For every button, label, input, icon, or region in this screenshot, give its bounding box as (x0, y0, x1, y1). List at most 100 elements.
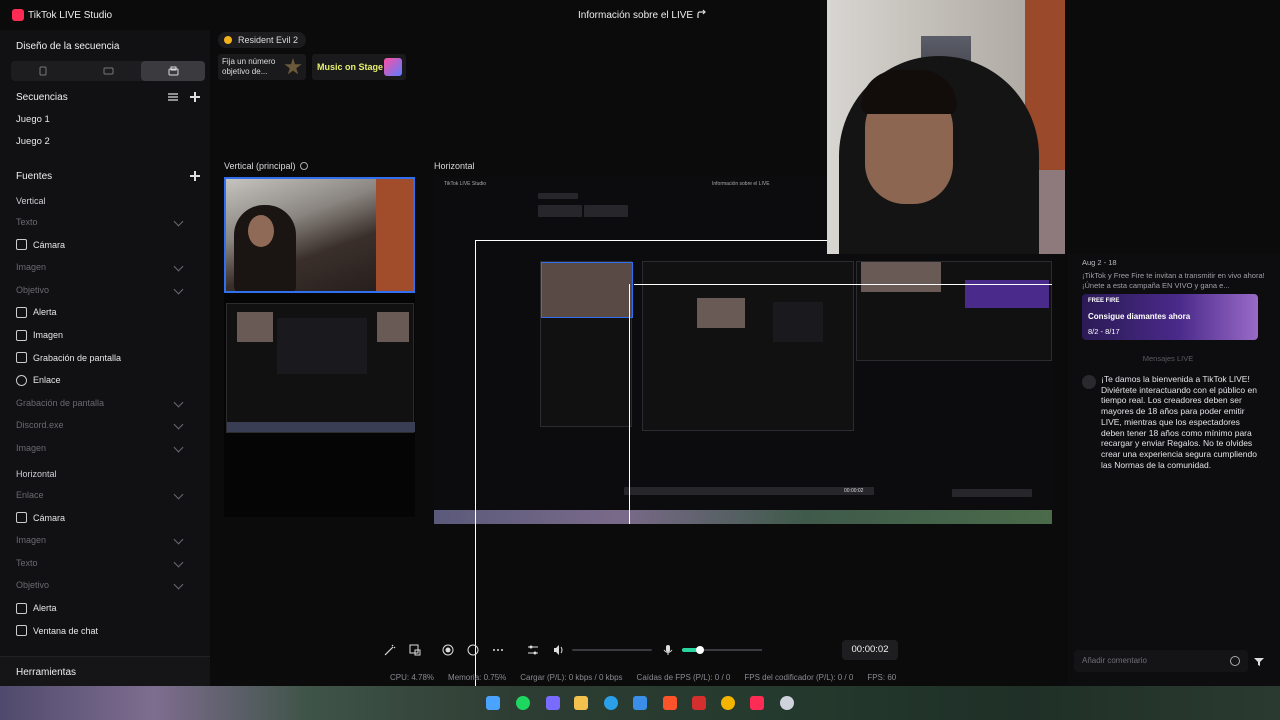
source-item[interactable]: Ventana de chat (16, 624, 186, 638)
source-item[interactable]: Imagen (16, 441, 186, 455)
chrome-icon[interactable] (721, 696, 735, 710)
source-item[interactable]: Enlace (16, 373, 186, 387)
encoder-fps-stat: FPS del codificador (P/L): 0 / 0 (744, 673, 854, 682)
chevron-down-icon[interactable] (173, 442, 184, 453)
volume-icon[interactable] (553, 644, 565, 656)
tiktok-studio-icon[interactable] (750, 696, 764, 710)
source-item[interactable]: Discord.exe (16, 418, 186, 432)
tiktok-logo-icon (12, 9, 24, 21)
source-item[interactable]: Imagen (16, 260, 186, 274)
nested-controls (624, 487, 874, 495)
nested-comment (952, 489, 1032, 497)
comment-input[interactable]: Añadir comentario (1074, 650, 1248, 672)
music-art-icon (384, 58, 402, 76)
chevron-down-icon[interactable] (173, 557, 184, 568)
source-label: Alerta (33, 307, 57, 318)
emoji-icon[interactable] (1230, 656, 1240, 666)
camera-source-frame[interactable] (224, 177, 415, 293)
promo-dates: 8/2 - 8/17 (1088, 327, 1120, 336)
winrar-icon[interactable] (692, 696, 706, 710)
source-label: Cámara (33, 512, 66, 523)
source-item[interactable]: Imagen (16, 533, 186, 547)
magic-wand-icon[interactable] (384, 644, 396, 656)
chevron-down-icon[interactable] (173, 534, 184, 545)
settings-sliders-icon[interactable] (527, 644, 539, 656)
camera-icon (16, 512, 27, 524)
chevron-down-icon[interactable] (173, 579, 184, 590)
source-item[interactable]: Grabación de pantalla (16, 351, 186, 365)
nested-thumb (237, 312, 273, 342)
tools-bar[interactable]: Herramientas (0, 656, 210, 686)
info-icon[interactable] (299, 162, 308, 170)
file-explorer-icon[interactable] (574, 696, 588, 710)
replay-icon[interactable] (467, 644, 479, 656)
game-name: Resident Evil 2 (238, 35, 299, 45)
source-label: Grabación de pantalla (16, 397, 105, 408)
add-sequence-icon[interactable] (190, 92, 200, 102)
chevron-down-icon[interactable] (173, 216, 184, 227)
music-text: Music on Stage (317, 62, 384, 72)
layout-dual-button[interactable] (141, 61, 205, 81)
edge-icon[interactable] (604, 696, 618, 710)
source-item[interactable]: Texto (16, 215, 186, 229)
source-item[interactable]: Imagen (16, 328, 186, 342)
store-icon[interactable] (633, 696, 647, 710)
vertical-layout-icon (39, 66, 47, 76)
source-item[interactable]: Grabación de pantalla (16, 396, 186, 410)
volume-slider[interactable] (572, 649, 652, 651)
tools-label: Herramientas (16, 667, 77, 678)
layout-horizontal-button[interactable] (76, 61, 140, 81)
microphone-icon[interactable] (662, 644, 674, 656)
chevron-down-icon[interactable] (173, 261, 184, 272)
source-item[interactable]: Objetivo (16, 578, 186, 592)
source-item[interactable]: Alerta (16, 601, 186, 615)
source-item[interactable]: Enlace (16, 488, 186, 502)
chevron-down-icon[interactable] (173, 419, 184, 430)
more-icon[interactable] (492, 644, 504, 656)
sequence-item[interactable]: Juego 2 (16, 136, 50, 147)
crop-icon[interactable] (409, 644, 421, 656)
share-icon[interactable] (696, 8, 708, 20)
filter-icon[interactable] (1254, 657, 1264, 667)
promo-card[interactable]: FREE FIRE Consigue diamantes ahora 8/2 -… (1082, 294, 1258, 340)
music-widget[interactable]: Music on Stage (312, 54, 406, 80)
game-chip[interactable]: Resident Evil 2 (218, 32, 307, 48)
horizontal-group-label: Horizontal (16, 469, 57, 479)
chevron-down-icon[interactable] (173, 489, 184, 500)
source-item[interactable]: Alerta (16, 305, 186, 319)
sequence-item[interactable]: Juego 1 (16, 114, 50, 125)
camera-icon (16, 239, 27, 251)
source-item[interactable]: Objetivo (16, 283, 186, 297)
nested-timer: 00:00:02 (844, 488, 864, 494)
obs-icon[interactable] (780, 696, 794, 710)
memory-stat: Memoria: 0.75% (448, 673, 507, 682)
horizontal-layout-icon (103, 67, 113, 75)
source-item[interactable]: Texto (16, 556, 186, 570)
layout-vertical-button[interactable] (11, 61, 75, 81)
windows-start-icon[interactable] (486, 696, 500, 710)
nested-card (584, 205, 628, 217)
system-message: ¡Te damos la bienvenida a TikTok LIVE! D… (1101, 374, 1257, 470)
source-item[interactable]: Cámara (16, 511, 186, 525)
door-image (376, 179, 413, 291)
goal-widget[interactable]: Fija un número objetivo de... (218, 54, 306, 80)
webcam-preview[interactable] (827, 0, 1065, 254)
spotify-icon[interactable] (516, 696, 530, 710)
add-source-icon[interactable] (190, 171, 200, 181)
bell-icon (16, 602, 27, 614)
vertical-canvas[interactable] (224, 177, 415, 517)
chevron-down-icon[interactable] (173, 397, 184, 408)
record-icon[interactable] (442, 644, 454, 656)
source-item[interactable]: Cámara (16, 238, 186, 252)
source-label: Imagen (16, 443, 47, 453)
list-icon[interactable] (168, 92, 178, 102)
bell-icon (16, 306, 27, 318)
layout-toggle (11, 61, 205, 81)
chevron-down-icon[interactable] (173, 284, 184, 295)
copilot-icon[interactable] (546, 696, 560, 710)
live-info-button[interactable]: Información sobre el LIVE (578, 10, 693, 21)
nested-vertical-canvas (540, 261, 633, 427)
mic-slider-thumb[interactable] (695, 646, 704, 654)
source-label: Cámara (33, 239, 66, 250)
brave-icon[interactable] (663, 696, 677, 710)
